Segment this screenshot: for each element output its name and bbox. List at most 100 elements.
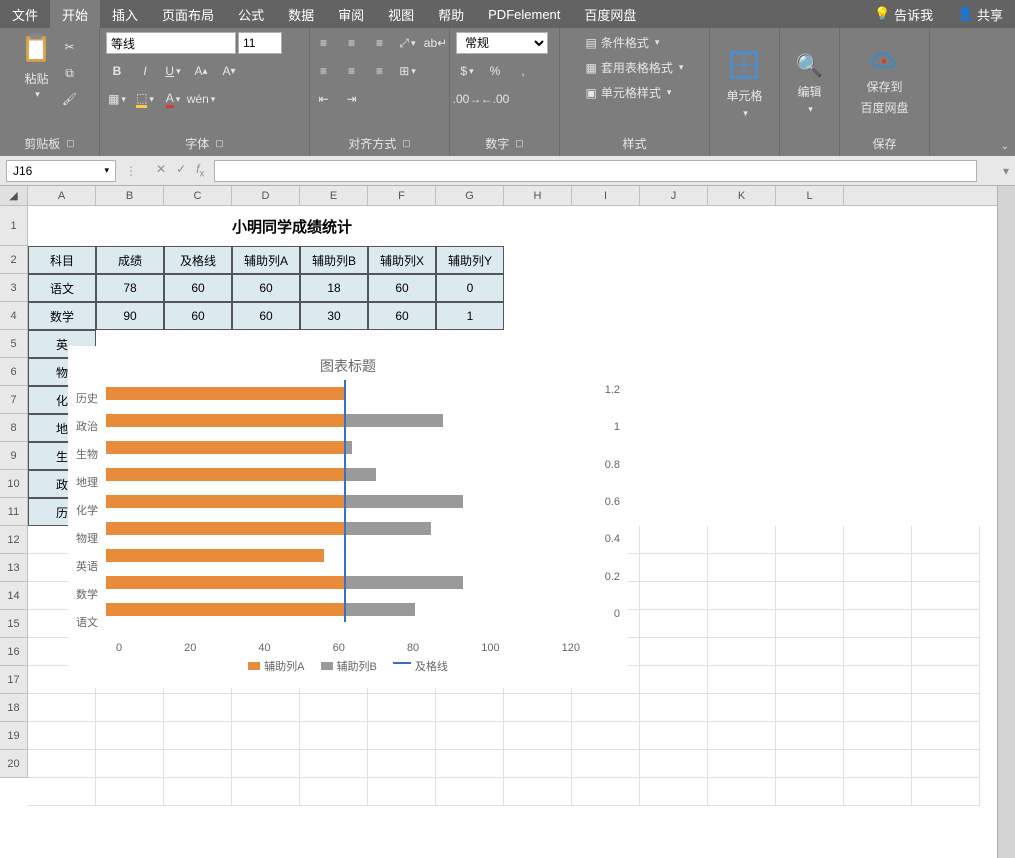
row-header-17[interactable]: 17: [0, 666, 28, 694]
wrap-text-icon[interactable]: ab↵: [425, 32, 447, 54]
cancel-icon[interactable]: ✕: [156, 162, 166, 179]
font-color-icon[interactable]: A▾: [162, 88, 184, 110]
row-header-5[interactable]: 5: [0, 330, 28, 358]
merge-center-icon[interactable]: ⊞▾: [397, 60, 419, 82]
cells-area[interactable]: 小明同学成绩统计 科目成绩及格线辅助列A辅助列B辅助列X辅助列Y 语文78606…: [28, 206, 1015, 806]
italic-icon[interactable]: I: [134, 60, 156, 82]
paste-label[interactable]: 粘贴: [24, 70, 48, 87]
menu-file[interactable]: 文件: [0, 0, 50, 28]
indent-increase-icon[interactable]: ⇥: [341, 88, 363, 110]
row-header-6[interactable]: 6: [0, 358, 28, 386]
percent-icon[interactable]: %: [484, 60, 506, 82]
cells-button[interactable]: 单元格: [726, 87, 762, 104]
col-header-E[interactable]: E: [300, 186, 368, 205]
menu-insert[interactable]: 插入: [100, 0, 150, 28]
fill-color-icon[interactable]: ⬚▾: [134, 88, 156, 110]
comma-icon[interactable]: ,: [512, 60, 534, 82]
cut-icon[interactable]: ✂: [59, 36, 81, 58]
grow-font-icon[interactable]: A▴: [190, 60, 212, 82]
menu-data[interactable]: 数据: [276, 0, 326, 28]
borders-icon[interactable]: ▦▾: [106, 88, 128, 110]
copy-icon[interactable]: ⧉: [59, 62, 81, 84]
row-header-19[interactable]: 19: [0, 722, 28, 750]
share-button[interactable]: 👤 共享: [945, 0, 1015, 28]
align-center-icon[interactable]: ≡: [341, 60, 363, 82]
cells-dropdown[interactable]: ▾: [743, 108, 748, 119]
align-right-icon[interactable]: ≡: [369, 60, 391, 82]
underline-icon[interactable]: U▾: [162, 60, 184, 82]
align-bottom-icon[interactable]: ≡: [369, 32, 391, 54]
row-header-4[interactable]: 4: [0, 302, 28, 330]
col-header-H[interactable]: H: [504, 186, 572, 205]
row-header-15[interactable]: 15: [0, 610, 28, 638]
menu-formulas[interactable]: 公式: [226, 0, 276, 28]
fx-icon[interactable]: fx: [196, 162, 204, 179]
indent-decrease-icon[interactable]: ⇤: [313, 88, 335, 110]
select-all-corner[interactable]: ◢: [0, 186, 28, 205]
enter-icon[interactable]: ✓: [176, 162, 186, 179]
col-header-J[interactable]: J: [640, 186, 708, 205]
save-baidu-bottom[interactable]: 百度网盘: [860, 99, 908, 116]
name-box[interactable]: J16▾: [6, 160, 116, 182]
row-header-20[interactable]: 20: [0, 750, 28, 778]
number-format-select[interactable]: 常规: [456, 32, 548, 54]
col-header-B[interactable]: B: [96, 186, 164, 205]
tell-me[interactable]: 💡 告诉我: [862, 0, 945, 28]
save-baidu-top[interactable]: 保存到: [866, 78, 902, 95]
font-name-input[interactable]: [106, 32, 236, 54]
dialog-launcher-icon[interactable]: ▢: [402, 138, 411, 149]
bold-icon[interactable]: B: [106, 60, 128, 82]
table-format[interactable]: ▦套用表格格式▾: [580, 57, 690, 78]
menu-baidu[interactable]: 百度网盘: [572, 0, 648, 28]
row-header-2[interactable]: 2: [0, 246, 28, 274]
paste-dropdown[interactable]: ▾: [35, 89, 40, 100]
conditional-formatting[interactable]: ▤条件格式▾: [580, 32, 666, 53]
row-header-8[interactable]: 8: [0, 414, 28, 442]
edit-button[interactable]: 编辑: [797, 83, 821, 100]
paste-icon[interactable]: [19, 32, 55, 68]
scrollbar-vertical[interactable]: [997, 186, 1015, 858]
align-middle-icon[interactable]: ≡: [341, 32, 363, 54]
align-left-icon[interactable]: ≡: [313, 60, 335, 82]
row-header-7[interactable]: 7: [0, 386, 28, 414]
col-header-G[interactable]: G: [436, 186, 504, 205]
edit-dropdown[interactable]: ▾: [808, 104, 813, 115]
col-header-L[interactable]: L: [776, 186, 844, 205]
dialog-launcher-icon[interactable]: ▢: [66, 138, 75, 149]
menu-view[interactable]: 视图: [376, 0, 426, 28]
menu-layout[interactable]: 页面布局: [150, 0, 226, 28]
menu-review[interactable]: 审阅: [326, 0, 376, 28]
dialog-launcher-icon[interactable]: ▢: [515, 138, 524, 149]
row-header-14[interactable]: 14: [0, 582, 28, 610]
name-box-options[interactable]: ⋮: [116, 164, 146, 178]
orientation-icon[interactable]: ⤢▾: [397, 32, 419, 54]
phonetic-icon[interactable]: wén▾: [190, 88, 212, 110]
shrink-font-icon[interactable]: A▾: [218, 60, 240, 82]
collapse-ribbon-icon[interactable]: ⌄: [1001, 141, 1009, 152]
font-size-input[interactable]: [238, 32, 282, 54]
row-header-13[interactable]: 13: [0, 554, 28, 582]
find-icon[interactable]: 🔍: [796, 53, 823, 79]
col-header-C[interactable]: C: [164, 186, 232, 205]
dialog-launcher-icon[interactable]: ▢: [215, 138, 224, 149]
cells-icon[interactable]: [729, 50, 759, 83]
col-header-F[interactable]: F: [368, 186, 436, 205]
col-header-D[interactable]: D: [232, 186, 300, 205]
row-header-1[interactable]: 1: [0, 206, 28, 246]
row-header-3[interactable]: 3: [0, 274, 28, 302]
col-header-K[interactable]: K: [708, 186, 776, 205]
col-header-I[interactable]: I: [572, 186, 640, 205]
row-header-12[interactable]: 12: [0, 526, 28, 554]
row-header-16[interactable]: 16: [0, 638, 28, 666]
row-header-18[interactable]: 18: [0, 694, 28, 722]
worksheet[interactable]: ◢ ABCDEFGHIJKL 1234567891011121314151617…: [0, 186, 1015, 858]
menu-help[interactable]: 帮助: [426, 0, 476, 28]
format-painter-icon[interactable]: 🖌: [59, 88, 81, 110]
row-header-10[interactable]: 10: [0, 470, 28, 498]
row-header-11[interactable]: 11: [0, 498, 28, 526]
col-header-A[interactable]: A: [28, 186, 96, 205]
menu-pdf[interactable]: PDFelement: [476, 0, 572, 28]
baidu-cloud-icon[interactable]: [870, 49, 898, 74]
expand-formula-bar[interactable]: ▾: [997, 164, 1015, 178]
chart[interactable]: 图表标题 历史政治生物地理化学物理英语数学语文 1.210.80.60.40.2…: [68, 346, 628, 688]
